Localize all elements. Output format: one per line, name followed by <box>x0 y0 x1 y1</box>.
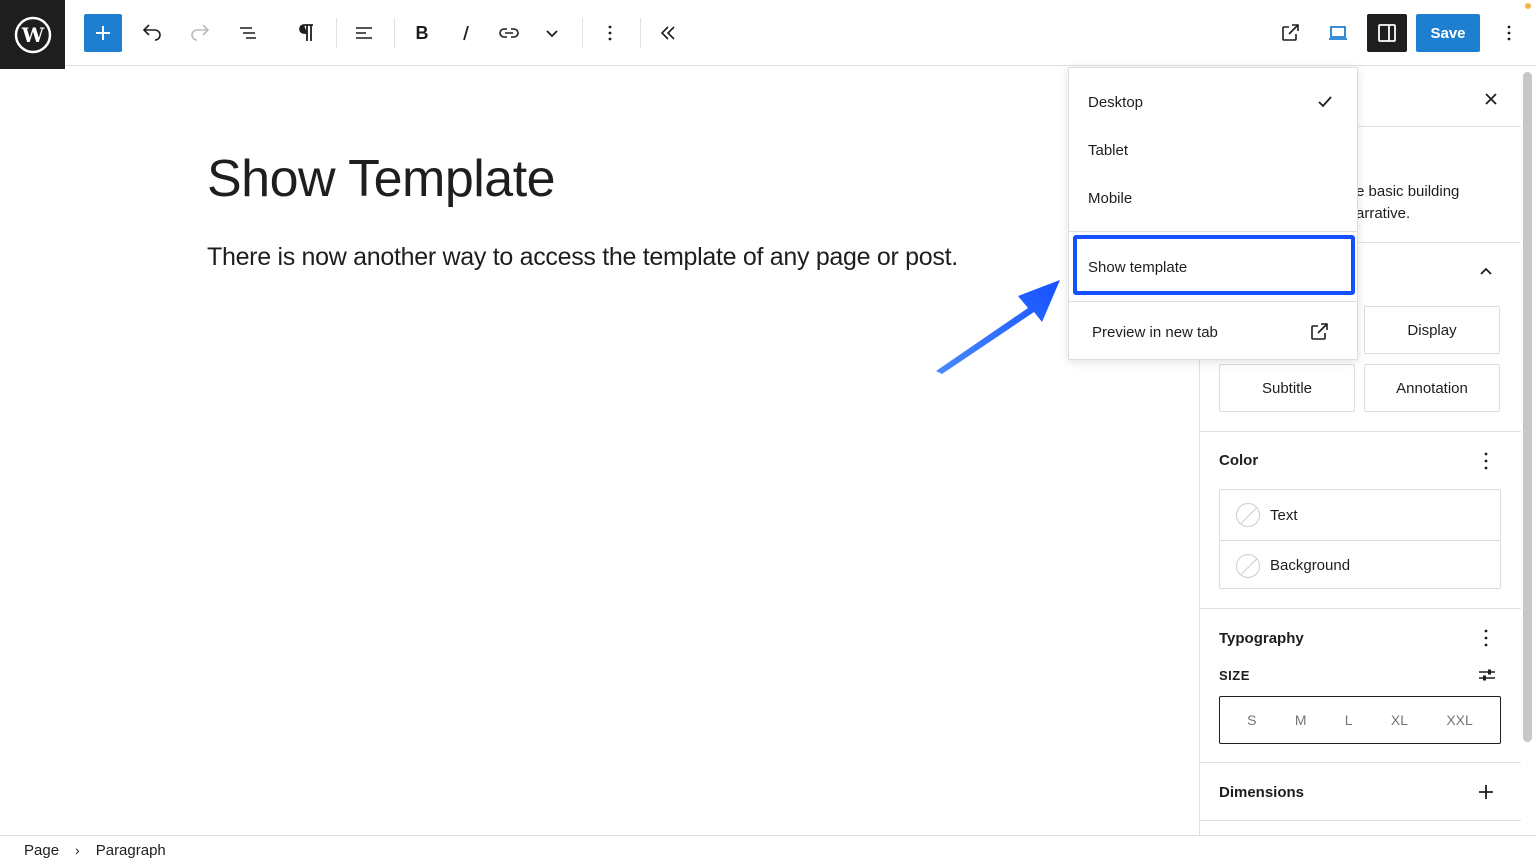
color-settings: Text Background <box>1219 489 1501 589</box>
italic-icon <box>463 25 469 41</box>
more-vertical-icon <box>1484 629 1488 647</box>
close-sidebar-button[interactable] <box>1479 87 1503 111</box>
redo-button[interactable] <box>180 13 220 53</box>
plus-icon <box>1479 785 1493 799</box>
undo-icon <box>142 24 161 41</box>
notification-dot <box>1525 3 1531 9</box>
size-option-l[interactable]: L <box>1345 712 1353 728</box>
size-option-s[interactable]: S <box>1247 712 1256 728</box>
close-icon <box>1485 93 1497 105</box>
annotation-arrow-icon <box>936 280 1060 374</box>
link-icon <box>499 28 519 38</box>
pilcrow-icon <box>299 24 313 41</box>
chevron-up-icon[interactable] <box>1474 260 1498 284</box>
text-color-control[interactable]: Text <box>1220 490 1500 540</box>
double-chevron-left-icon <box>660 26 675 40</box>
undo-button[interactable] <box>132 13 172 53</box>
background-color-control[interactable]: Background <box>1220 540 1500 590</box>
color-panel-title: Color <box>1219 452 1259 469</box>
size-option-m[interactable]: M <box>1295 712 1307 728</box>
block-options-button[interactable] <box>590 13 630 53</box>
collapse-toolbar-button[interactable] <box>648 13 688 53</box>
empty-swatch-icon <box>1236 503 1260 527</box>
style-display-button[interactable]: Display <box>1364 306 1500 354</box>
plus-icon <box>96 26 110 40</box>
external-link-icon <box>1311 323 1328 340</box>
wordpress-logo-icon[interactable]: W <box>0 0 65 69</box>
list-view-icon <box>240 27 256 39</box>
preview-device-button[interactable] <box>1318 13 1358 53</box>
color-options-button[interactable] <box>1475 449 1497 473</box>
paragraph-block[interactable]: There is now another way to access the t… <box>207 243 958 272</box>
chevron-right-icon: › <box>75 842 80 858</box>
more-vertical-icon <box>1484 452 1488 470</box>
document-overview-button[interactable] <box>228 13 268 53</box>
view-post-button[interactable] <box>1270 13 1310 53</box>
options-menu-button[interactable] <box>1489 13 1529 53</box>
block-description: e basic building arrative. <box>1356 183 1460 222</box>
dimensions-add-button[interactable] <box>1474 780 1498 804</box>
sidebar-icon <box>1378 24 1396 42</box>
dimensions-panel-title: Dimensions <box>1219 784 1305 801</box>
editor-toolbar: W B Save <box>0 0 1536 69</box>
style-subtitle-button[interactable]: Subtitle <box>1219 364 1355 412</box>
redo-icon <box>191 24 210 41</box>
bold-button[interactable]: B <box>402 13 442 53</box>
external-link-icon <box>1282 24 1299 41</box>
sidebar-scrollbar[interactable] <box>1523 72 1532 742</box>
settings-sliders-icon <box>1479 669 1495 681</box>
preview-dropdown-menu: Desktop Tablet Mobile Show template Prev… <box>1068 67 1358 360</box>
save-button[interactable]: Save <box>1416 14 1480 52</box>
empty-swatch-icon <box>1236 553 1260 578</box>
more-vertical-icon <box>608 25 612 41</box>
bold-icon: B <box>416 23 429 43</box>
breadcrumb-page[interactable]: Page <box>24 842 59 859</box>
breadcrumb: Page › Paragraph <box>0 835 1536 864</box>
align-button[interactable] <box>344 13 384 53</box>
typography-options-button[interactable] <box>1475 626 1497 650</box>
editor-canvas[interactable]: Show Template There is now another way t… <box>0 69 1199 835</box>
menu-item-preview-new-tab[interactable]: Preview in new tab <box>1069 312 1357 352</box>
desktop-icon <box>1329 26 1347 40</box>
checkmark-icon <box>1318 96 1332 108</box>
breadcrumb-paragraph[interactable]: Paragraph <box>96 842 166 859</box>
paragraph-block-button[interactable] <box>286 13 326 53</box>
size-option-xxl[interactable]: XXL <box>1446 712 1472 728</box>
page-title[interactable]: Show Template <box>207 149 556 209</box>
menu-item-tablet[interactable]: Tablet <box>1069 130 1357 170</box>
link-button[interactable] <box>489 13 529 53</box>
align-left-icon <box>356 27 372 39</box>
font-size-picker: S M L XL XXL <box>1219 696 1501 744</box>
add-block-button[interactable] <box>84 14 122 52</box>
chevron-down-icon <box>546 30 558 38</box>
svg-text:W: W <box>20 23 44 47</box>
size-option-xl[interactable]: XL <box>1391 712 1408 728</box>
style-annotation-button[interactable]: Annotation <box>1364 364 1500 412</box>
svg-text:B: B <box>416 23 429 43</box>
italic-button[interactable] <box>446 13 486 53</box>
menu-item-mobile[interactable]: Mobile <box>1069 178 1357 218</box>
menu-item-desktop[interactable]: Desktop <box>1069 82 1357 122</box>
more-formats-button[interactable] <box>532 13 572 53</box>
more-vertical-icon <box>1507 25 1511 41</box>
highlight-box <box>1073 235 1355 295</box>
typography-panel-title: Typography <box>1219 630 1304 647</box>
custom-size-button[interactable] <box>1475 663 1499 687</box>
settings-sidebar-toggle[interactable] <box>1367 14 1407 52</box>
size-label: SIZE <box>1219 668 1250 683</box>
